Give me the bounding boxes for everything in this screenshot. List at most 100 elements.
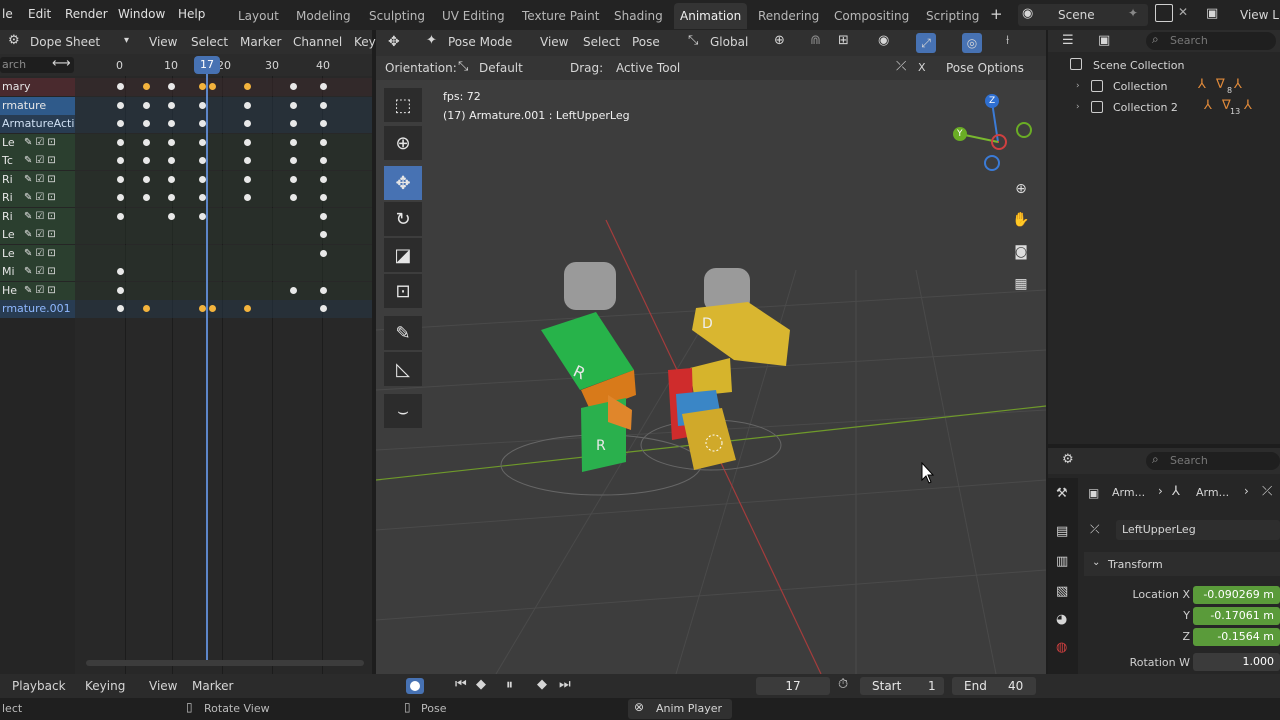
- editor-type-icon[interactable]: ✥: [388, 34, 400, 50]
- keyframe[interactable]: [143, 194, 150, 201]
- keyframe[interactable]: [117, 138, 124, 146]
- tab-texture-paint[interactable]: Texture Paint: [516, 3, 605, 29]
- 3d-viewport[interactable]: R R D ✥ ✦ Pose Mode View Select Pose ⤡ G…: [376, 30, 1046, 674]
- keyframe[interactable]: [244, 138, 251, 146]
- vp-menu-view[interactable]: View: [540, 35, 568, 49]
- auto-keying-toggle[interactable]: [406, 678, 424, 694]
- keyframe[interactable]: [199, 101, 206, 109]
- breadcrumb-object[interactable]: Arm...: [1112, 486, 1145, 499]
- orientation-dropdown[interactable]: Default: [479, 61, 523, 75]
- playhead-line[interactable]: [206, 74, 208, 666]
- keyframe[interactable]: [143, 101, 150, 109]
- keyframe[interactable]: [143, 83, 150, 90]
- pause-icon[interactable]: ⏸: [506, 677, 513, 693]
- transform-orientation-dropdown[interactable]: Global: [710, 35, 748, 49]
- keyframe[interactable]: [143, 175, 150, 183]
- keyframe[interactable]: [168, 212, 175, 220]
- keyframe[interactable]: [117, 305, 124, 312]
- keyframe[interactable]: [117, 212, 124, 220]
- vp-menu-pose[interactable]: Pose: [632, 35, 660, 49]
- keyframe[interactable]: [143, 138, 150, 146]
- add-workspace-button[interactable]: +: [990, 5, 1003, 23]
- keyframe[interactable]: [117, 268, 124, 275]
- gizmo-toggle-icon[interactable]: ⤢: [916, 33, 936, 53]
- camera-icon[interactable]: ◙: [1008, 239, 1034, 265]
- keyframe[interactable]: [209, 305, 216, 312]
- tool-tab-icon[interactable]: ⚒: [1056, 486, 1068, 501]
- keyframe[interactable]: [244, 157, 251, 164]
- end-frame-field[interactable]: End 40: [952, 677, 1036, 695]
- keyframe[interactable]: [117, 194, 124, 201]
- horizontal-scrollbar[interactable]: [86, 660, 364, 666]
- cursor-tool[interactable]: ⊕: [384, 126, 422, 160]
- keyframe-area[interactable]: [0, 78, 372, 378]
- xray-icon[interactable]: ⟊: [1006, 33, 1009, 48]
- keyframe[interactable]: [168, 120, 175, 127]
- vp-menu-select[interactable]: Select: [583, 35, 620, 49]
- pose-mode-dropdown[interactable]: Pose Mode: [448, 35, 512, 49]
- location-y-field[interactable]: -0.17061 m: [1193, 607, 1280, 625]
- keyframe[interactable]: [290, 157, 297, 164]
- drag-dropdown[interactable]: Active Tool: [616, 61, 680, 75]
- start-frame-field[interactable]: Start 1: [860, 677, 944, 695]
- keyframe[interactable]: [199, 194, 206, 201]
- keyframe[interactable]: [199, 138, 206, 146]
- ds-menu-view[interactable]: View: [149, 35, 177, 49]
- keyframe[interactable]: [143, 120, 150, 127]
- prev-keyframe-icon[interactable]: ◆: [476, 677, 486, 692]
- render-tab-icon[interactable]: ▤: [1056, 524, 1068, 539]
- keyframe[interactable]: [168, 157, 175, 164]
- current-frame-field[interactable]: 17: [756, 677, 830, 695]
- scene-collection-label[interactable]: Scene Collection: [1093, 59, 1184, 72]
- timeline-view-menu[interactable]: View: [149, 679, 177, 693]
- keyframe[interactable]: [117, 83, 124, 90]
- tab-shading[interactable]: Shading: [608, 3, 669, 29]
- view-layer-selector[interactable]: ▣ View L: [1204, 4, 1280, 26]
- keyframe[interactable]: [117, 175, 124, 183]
- menu-edit[interactable]: Edit: [28, 7, 51, 21]
- scene-selector[interactable]: ◉ Scene ✦: [1018, 4, 1148, 26]
- keyframe[interactable]: [320, 120, 327, 127]
- keyframe[interactable]: [320, 249, 327, 257]
- pivot-icon[interactable]: ⊕: [774, 33, 785, 48]
- swap-arrows-icon[interactable]: ⟷: [52, 56, 71, 71]
- keyframe[interactable]: [143, 157, 150, 164]
- zoom-icon[interactable]: ⊕: [1008, 176, 1034, 202]
- keyframe[interactable]: [199, 83, 206, 90]
- outliner-search-input[interactable]: ⌕ Search: [1146, 32, 1276, 50]
- move-tool[interactable]: ✥: [384, 166, 422, 200]
- keyframe[interactable]: [117, 286, 124, 294]
- measure-tool[interactable]: ◺: [384, 352, 422, 386]
- keyframe[interactable]: [199, 120, 206, 127]
- tab-sculpting[interactable]: Sculpting: [363, 3, 431, 29]
- expand-chevron-icon[interactable]: ›: [1076, 102, 1080, 112]
- jump-start-icon[interactable]: ⏮: [455, 677, 467, 692]
- transform-tool[interactable]: ⊡: [384, 274, 422, 308]
- breadcrumb-armature[interactable]: Arm...: [1196, 486, 1229, 499]
- expand-chevron-icon[interactable]: ›: [1076, 81, 1080, 91]
- keyframe[interactable]: [320, 286, 327, 294]
- keyframe[interactable]: [320, 175, 327, 183]
- display-mode-icon[interactable]: ▣: [1098, 33, 1110, 48]
- select-box-tool[interactable]: ⬚: [384, 88, 422, 122]
- jump-end-icon[interactable]: ⏭: [559, 677, 571, 692]
- ds-menu-channel[interactable]: Channel: [293, 35, 342, 49]
- overlay-toggle-icon[interactable]: ◎: [962, 33, 982, 53]
- x-mirror-toggle[interactable]: X: [918, 61, 926, 74]
- transform-panel-header[interactable]: ⌄ Transform: [1084, 552, 1280, 576]
- frame-ruler[interactable]: arch ⟷ 0 10 20 30 40 17: [0, 54, 372, 76]
- stopwatch-icon[interactable]: ⏱: [838, 677, 848, 692]
- keyframe[interactable]: [320, 138, 327, 146]
- pan-hand-icon[interactable]: ✋: [1008, 207, 1034, 233]
- keyframe[interactable]: [199, 212, 206, 220]
- keyframe[interactable]: [244, 175, 251, 183]
- keyframe[interactable]: [290, 138, 297, 146]
- keyframe[interactable]: [199, 305, 206, 312]
- keyframe[interactable]: [320, 83, 327, 90]
- current-frame-indicator[interactable]: 17: [194, 56, 220, 74]
- keyframe[interactable]: [244, 101, 251, 109]
- tab-compositing[interactable]: Compositing: [828, 3, 915, 29]
- new-scene-icon[interactable]: [1155, 4, 1173, 22]
- keyframe[interactable]: [244, 194, 251, 201]
- keyframe[interactable]: [320, 212, 327, 220]
